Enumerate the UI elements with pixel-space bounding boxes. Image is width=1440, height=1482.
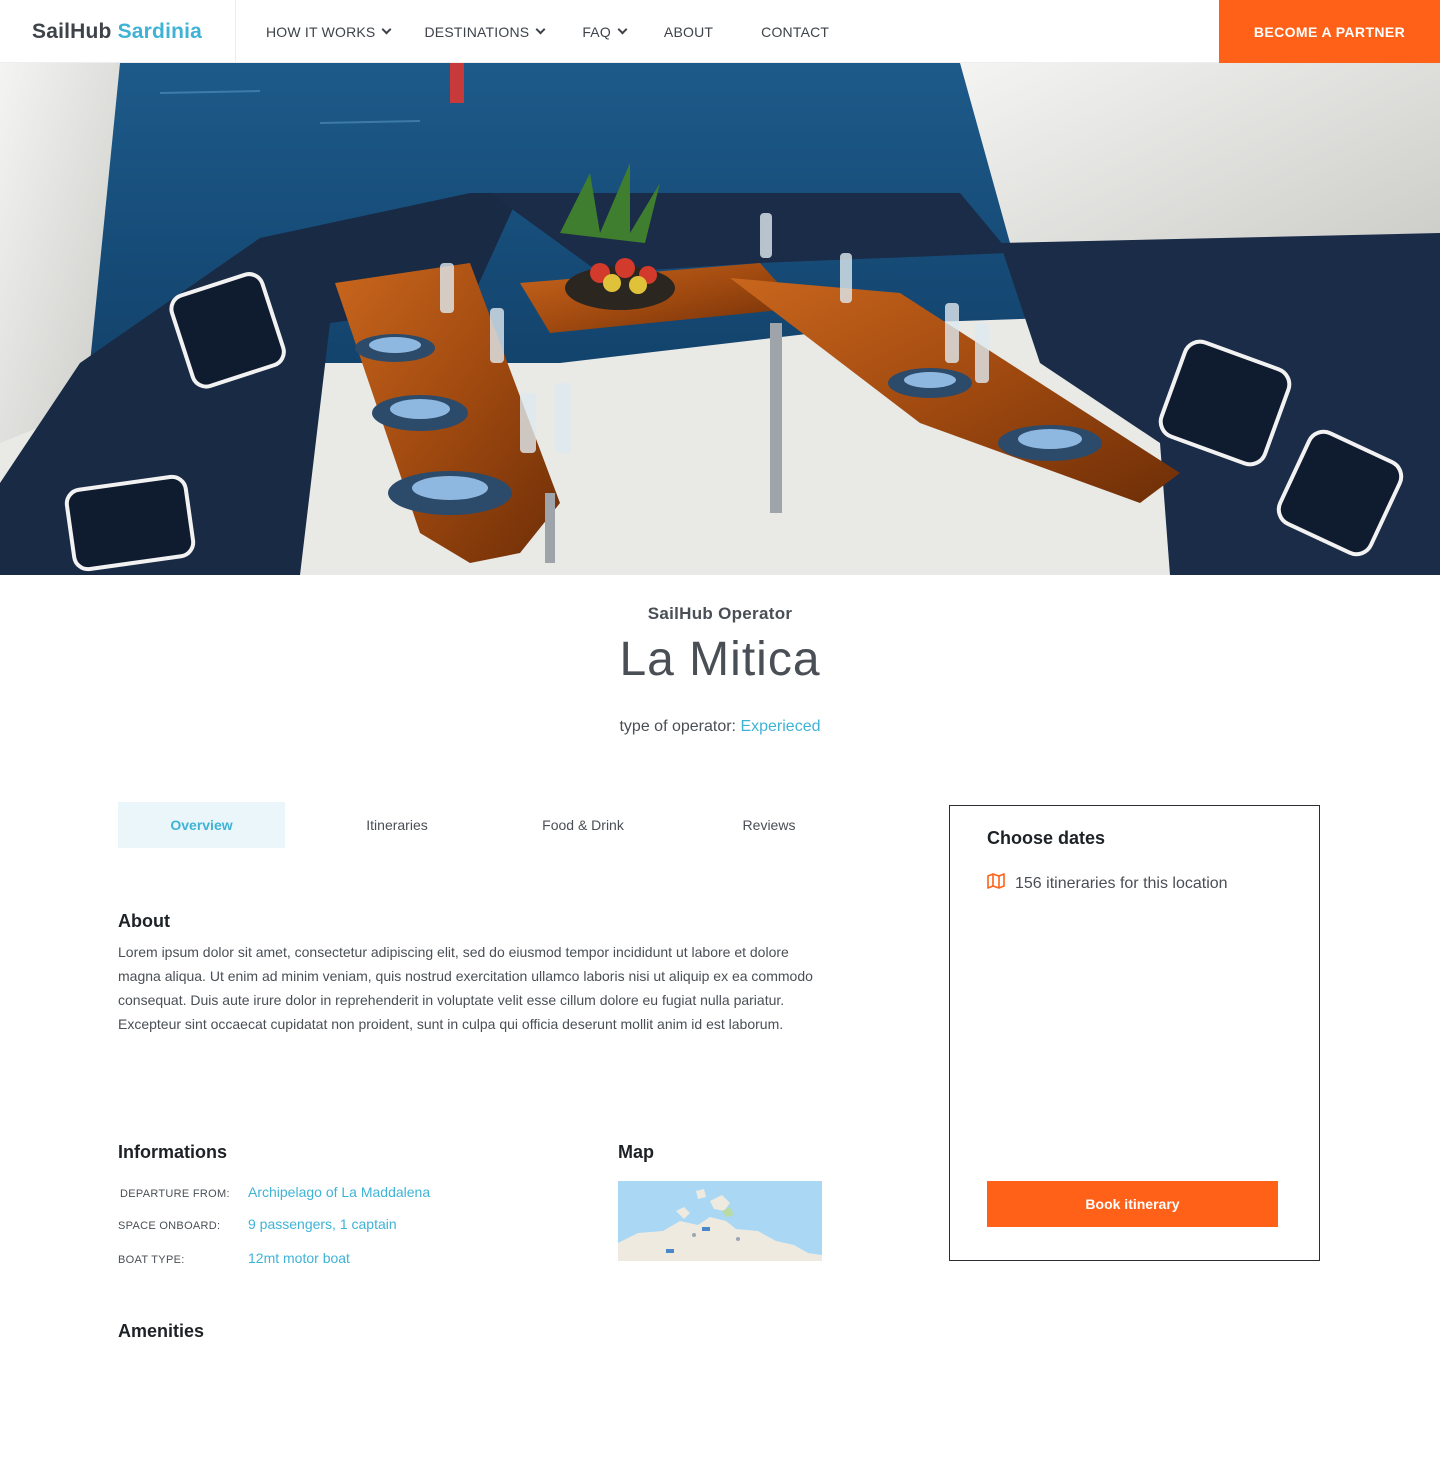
- nav-about[interactable]: ABOUT: [664, 24, 713, 40]
- tab-bar: Overview Itineraries Food & Drink Review…: [118, 802, 862, 848]
- nav-contact[interactable]: CONTACT: [761, 24, 829, 40]
- location-map[interactable]: [618, 1181, 822, 1261]
- nav-destinations[interactable]: DESTINATIONS: [424, 23, 546, 40]
- itineraries-count: 156 itineraries for this location: [987, 873, 1228, 894]
- info-value[interactable]: Archipelago of La Maddalena: [248, 1184, 430, 1200]
- operator-type: type of operator: Experieced: [0, 718, 1440, 736]
- tab-overview[interactable]: Overview: [118, 802, 285, 848]
- nav-label: CONTACT: [761, 23, 830, 40]
- info-row-space: SPACE ONBOARD: 9 passengers, 1 captain: [118, 1216, 397, 1232]
- map-heading: Map: [618, 1142, 654, 1162]
- tab-food-drink[interactable]: Food & Drink: [490, 802, 676, 848]
- tab-reviews[interactable]: Reviews: [676, 802, 862, 848]
- nav-label: DESTINATIONS: [424, 23, 530, 40]
- info-value[interactable]: 12mt motor boat: [248, 1250, 350, 1266]
- logo-accent: Sardinia: [117, 19, 203, 43]
- book-itinerary-button[interactable]: Book itinerary: [987, 1181, 1278, 1227]
- operator-type-value: Experieced: [740, 718, 821, 735]
- page-title: La Mitica: [619, 633, 821, 686]
- nav-label: HOW IT WORKS: [266, 23, 376, 40]
- info-row-departure: DEPARTURE FROM: Archipelago of La Maddal…: [118, 1184, 430, 1200]
- itineraries-count-text: 156 itineraries for this location: [1015, 874, 1228, 892]
- info-value[interactable]: 9 passengers, 1 captain: [248, 1216, 397, 1232]
- chevron-down-icon: [382, 24, 392, 35]
- chevron-down-icon: [535, 24, 546, 35]
- chevron-down-icon: [617, 24, 628, 35]
- nav-how-it-works[interactable]: HOW IT WORKS: [266, 23, 392, 40]
- info-key: DEPARTURE FROM:: [120, 1188, 230, 1200]
- tab-itineraries[interactable]: Itineraries: [304, 802, 490, 848]
- about-heading: About: [118, 911, 170, 931]
- informations-heading: Informations: [118, 1142, 228, 1162]
- booking-panel: Choose dates 156 itineraries for this lo…: [949, 805, 1320, 1261]
- site-header: SailHub Sardinia HOW IT WORKS DESTINATIO…: [0, 0, 1440, 63]
- operator-label: SailHub Operator: [647, 604, 793, 623]
- nav-faq[interactable]: FAQ: [582, 23, 628, 40]
- booking-title: Choose dates: [987, 828, 1106, 848]
- become-partner-button[interactable]: BECOME A PARTNER: [1219, 0, 1440, 63]
- info-key: SPACE ONBOARD:: [118, 1220, 221, 1232]
- hero-image: [0, 63, 1440, 575]
- about-text: Lorem ipsum dolor sit amet, consectetur …: [118, 944, 813, 1032]
- map-icon: [987, 873, 1005, 894]
- info-row-boat-type: BOAT TYPE: 12mt motor boat: [118, 1250, 350, 1266]
- info-key: BOAT TYPE:: [118, 1254, 185, 1266]
- logo[interactable]: SailHub Sardinia: [0, 0, 236, 63]
- logo-main: SailHub: [32, 19, 112, 43]
- nav-label: ABOUT: [663, 23, 714, 40]
- main-nav: HOW IT WORKS DESTINATIONS FAQ ABOUT CONT…: [266, 0, 829, 63]
- amenities-heading: Amenities: [118, 1321, 205, 1341]
- operator-type-label: type of operator:: [619, 718, 736, 735]
- nav-label: FAQ: [582, 23, 611, 40]
